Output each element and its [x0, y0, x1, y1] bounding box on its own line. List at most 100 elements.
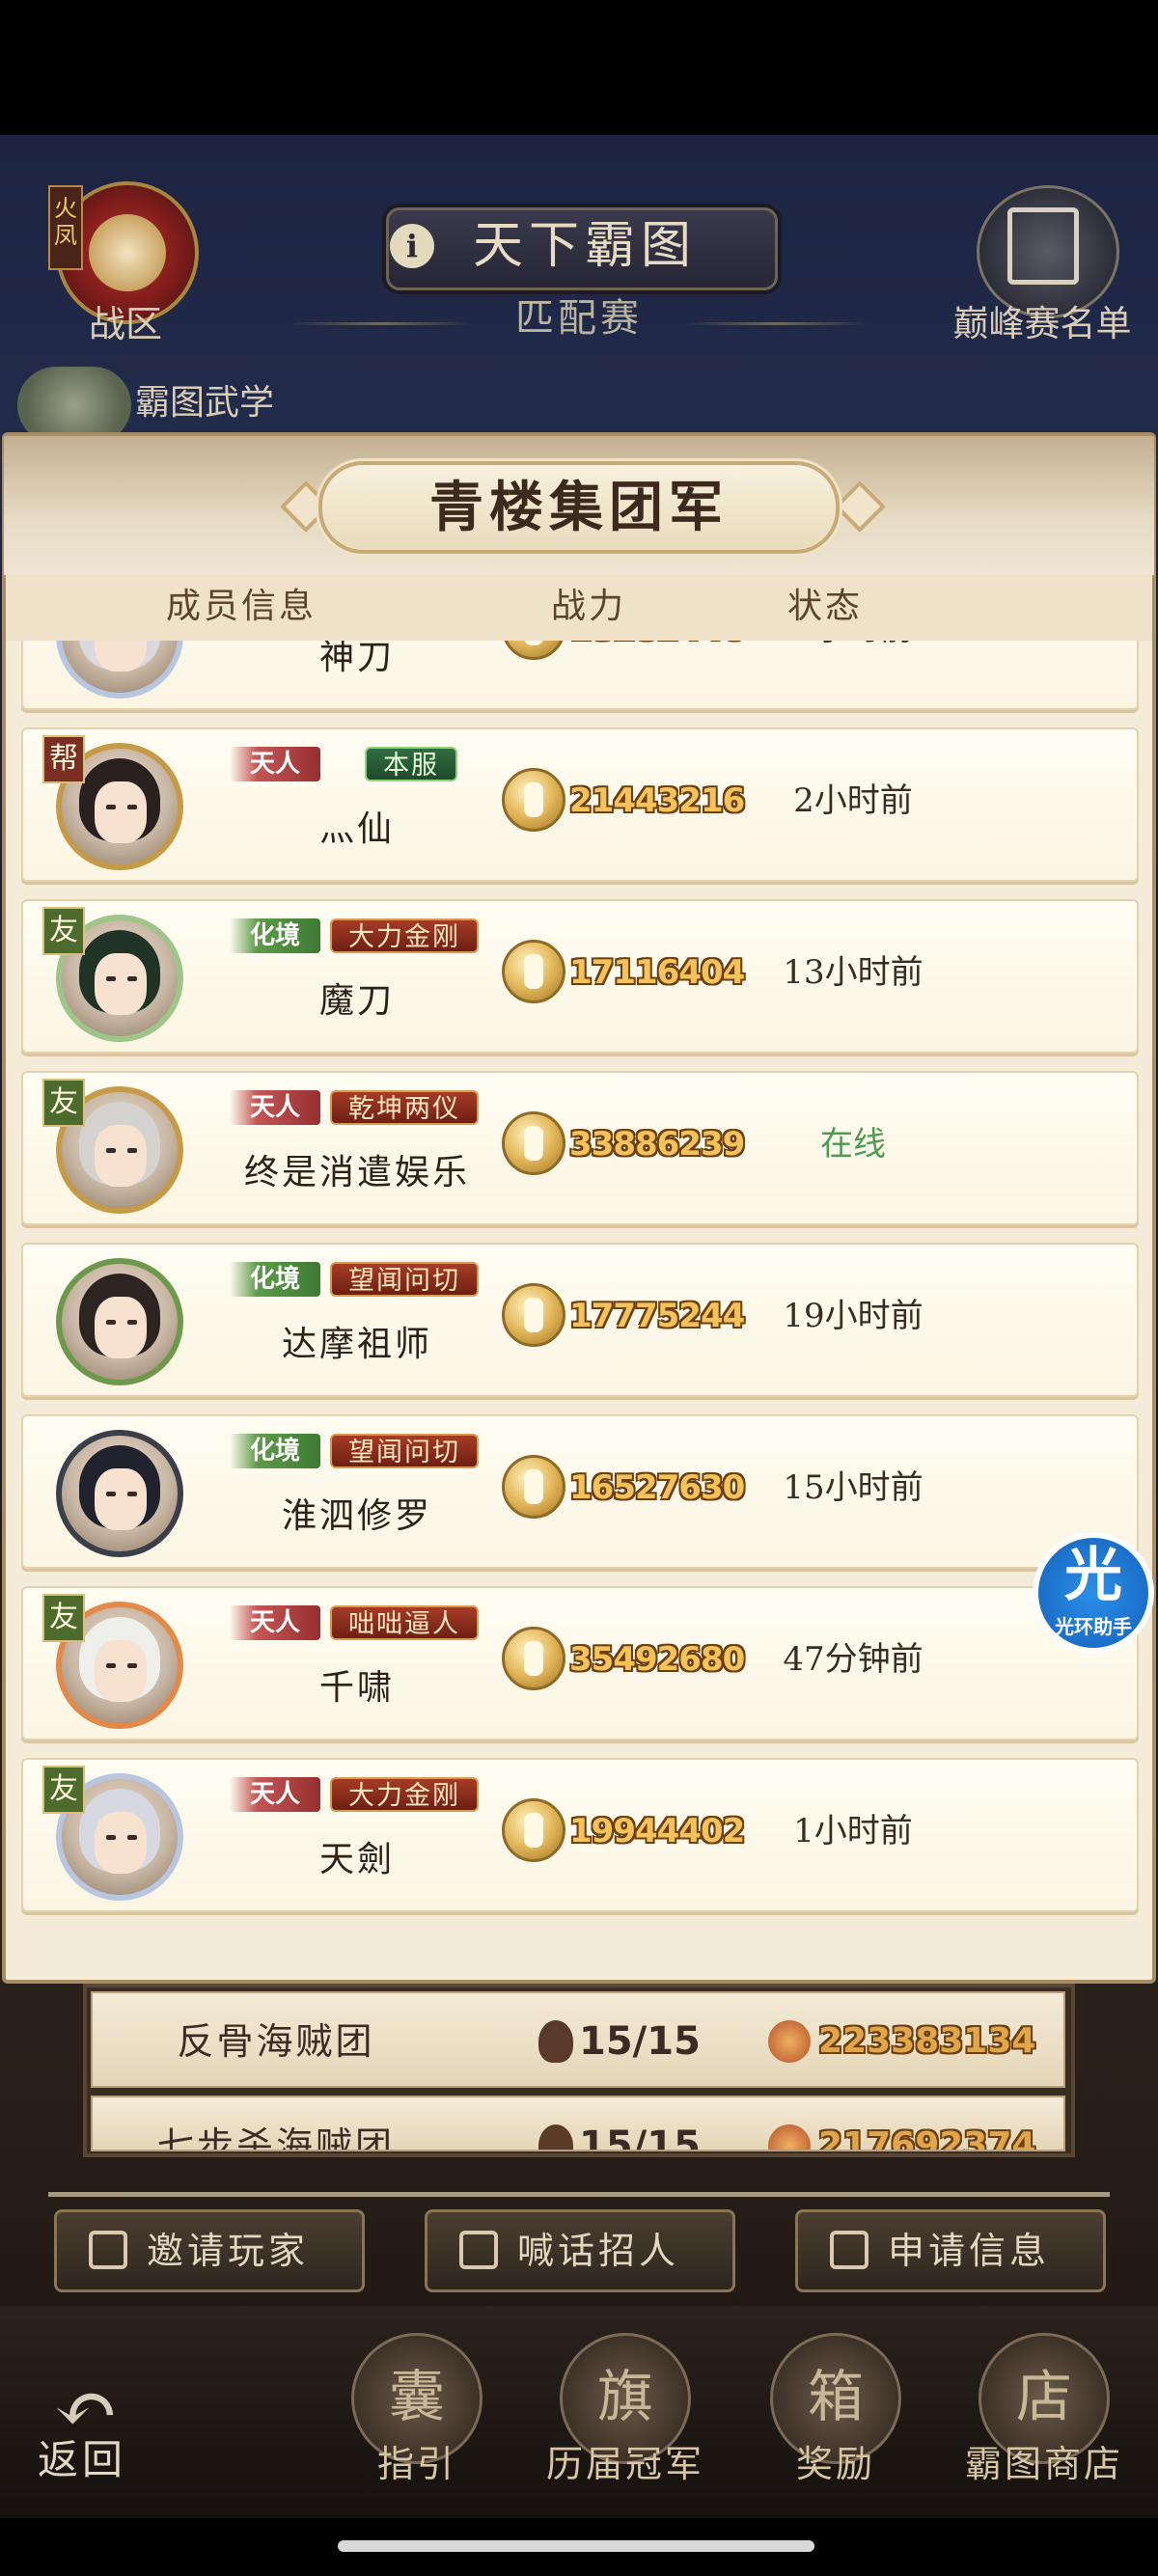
server-badge: 本服 [365, 747, 457, 781]
relation-tag: 友 [42, 907, 85, 955]
peak-list-label[interactable]: 巅峰赛名单 [946, 294, 1139, 344]
zone-tag: 火凤 [48, 185, 83, 270]
member-row[interactable]: 友 天人 大力金刚天劍 19944402 1小时前 [21, 1758, 1139, 1912]
back-button[interactable]: 返回 [29, 2431, 135, 2489]
power-coin-icon [502, 1455, 565, 1519]
skill-badge: 咄咄逼人 [330, 1605, 479, 1640]
avatar[interactable] [56, 1258, 183, 1385]
share-icon [459, 2231, 498, 2269]
member-row[interactable]: 友 天人 乾坤两仪 终是消遣娱乐 33886239 在线 [21, 1071, 1139, 1225]
member-row[interactable]: 化境大力金刚神刀182824462小时前 [21, 641, 1139, 710]
list-icon [830, 2231, 868, 2269]
member-name: 淮泗修罗 [281, 1496, 432, 1536]
chest-icon: 箱 [807, 2364, 864, 2429]
mode-subtitle: 匹配赛 [515, 296, 643, 341]
action-label: 申请信息 [888, 2230, 1051, 2272]
power-value: 19944402 [569, 1812, 745, 1850]
power-value: 16527630 [569, 1468, 745, 1507]
member-count-icon [538, 2124, 573, 2150]
avatar[interactable] [56, 1430, 183, 1557]
power-value: 18282446 [569, 641, 762, 654]
power-coin-icon [502, 768, 565, 832]
member-name: 千啸 [318, 1668, 395, 1708]
column-member-info: 成员信息 [165, 587, 317, 626]
status-text: 在线 [820, 1125, 886, 1164]
status-text: 13小时前 [783, 953, 924, 992]
action-label: 邀请玩家 [147, 2230, 310, 2272]
status-text: 15小时前 [783, 1468, 924, 1507]
realm-badge: 化境 [230, 1434, 320, 1468]
status-text: 19小时前 [783, 1297, 924, 1335]
banner-icon: 旗 [596, 2364, 653, 2429]
power-value: 35492680 [569, 1640, 745, 1679]
member-name: 终是消遣娱乐 [243, 1153, 470, 1192]
gang-power-icon [768, 2124, 811, 2150]
relation-tag: 友 [42, 1079, 85, 1127]
power-coin-icon [502, 1283, 565, 1347]
skill-badge: 望闻问切 [330, 1262, 479, 1297]
panel-title: 青楼集团军 [429, 476, 729, 539]
realm-badge: 化境 [230, 1262, 320, 1297]
realm-badge: 化境 [230, 918, 320, 953]
member-name: 魔刀 [318, 981, 395, 1021]
member-row[interactable]: 化境 望闻问切淮泗修罗 16527630 15小时前 [21, 1414, 1139, 1569]
member-row[interactable]: 友 天人 咄咄逼人千啸 35492680 47分钟前 [21, 1586, 1139, 1740]
page-title: 天下霸图 [473, 217, 698, 275]
realm-badge: 天人 [230, 747, 320, 781]
power-value: 21443216 [569, 781, 745, 820]
nav-label[interactable]: 霸图商店 [948, 2436, 1141, 2492]
status-text: 2小时前 [793, 781, 913, 820]
subtitle-divider-right [685, 322, 868, 325]
nav-label[interactable]: 奖励 [739, 2436, 932, 2492]
member-row[interactable]: 帮 天人 本服灬仙 21443216 2小时前 [21, 727, 1139, 882]
status-text: 1小时前 [793, 1812, 913, 1850]
helper-label: 光环助手 [1055, 1615, 1132, 1638]
power-value: 17775244 [569, 1297, 745, 1335]
gang-row[interactable]: 反骨海贼团 15/15 223383134 [91, 1991, 1065, 2088]
member-row[interactable]: 友 化境 大力金刚魔刀 17116404 13小时前 [21, 899, 1139, 1054]
nav-label[interactable]: 历届冠军 [529, 2436, 722, 2492]
realm-badge: 天人 [230, 1605, 320, 1640]
gang-name: 七步杀海贼团 [156, 2124, 395, 2151]
pouch-icon: 囊 [388, 2364, 445, 2429]
member-name: 神刀 [318, 641, 395, 677]
member-row[interactable]: 化境 望闻问切达摩祖师 17775244 19小时前 [21, 1243, 1139, 1397]
gang-row[interactable]: 七步杀海贼团 15/15 217692374 [91, 2096, 1065, 2151]
gang-member-count: 15/15 [579, 2019, 701, 2064]
flag-icon [1007, 207, 1079, 285]
war-zone-label[interactable]: 战区 [77, 294, 174, 345]
power-value: 33886239 [569, 1125, 745, 1164]
nav-label[interactable]: 指引 [320, 2436, 513, 2492]
member-list[interactable]: 化境大力金刚神刀182824462小时前帮天人本服灬仙214432162小时前友… [6, 641, 1152, 1976]
gang-power: 223383134 [818, 2021, 1036, 2061]
skill-badge: 望闻问切 [330, 1434, 479, 1468]
relation-tag: 友 [42, 1766, 85, 1814]
shop-icon: 店 [1015, 2364, 1072, 2429]
column-power: 战力 [550, 587, 626, 626]
gang-power-icon [768, 2020, 811, 2063]
skill-badge: 大力金刚 [330, 918, 479, 953]
person-icon [89, 2231, 127, 2269]
power-coin-icon [502, 1798, 565, 1862]
divider [48, 2192, 1110, 2197]
power-coin-icon [502, 940, 565, 1003]
info-icon[interactable]: i [390, 224, 434, 268]
power-coin-icon [502, 1627, 565, 1690]
status-text: 2小时前 [757, 641, 950, 654]
gang-power: 217692374 [818, 2125, 1036, 2151]
subtitle-divider-left [290, 322, 473, 325]
gang-member-count: 15/15 [579, 2124, 701, 2151]
relation-tag: 友 [42, 1594, 85, 1642]
power-value: 17116404 [569, 953, 745, 992]
avatar[interactable] [56, 641, 183, 699]
member-name: 达摩祖师 [281, 1325, 432, 1364]
member-name: 天劍 [318, 1840, 395, 1879]
status-text: 47分钟前 [783, 1640, 924, 1679]
wuxue-label[interactable]: 霸图武学 [135, 374, 290, 423]
realm-badge: 天人 [230, 1777, 320, 1812]
relation-tag: 帮 [42, 735, 85, 783]
member-name: 灬仙 [318, 809, 395, 849]
helper-icon: 光 [1064, 1542, 1122, 1609]
home-indicator[interactable] [338, 2540, 814, 2552]
skill-badge: 大力金刚 [330, 1777, 479, 1812]
